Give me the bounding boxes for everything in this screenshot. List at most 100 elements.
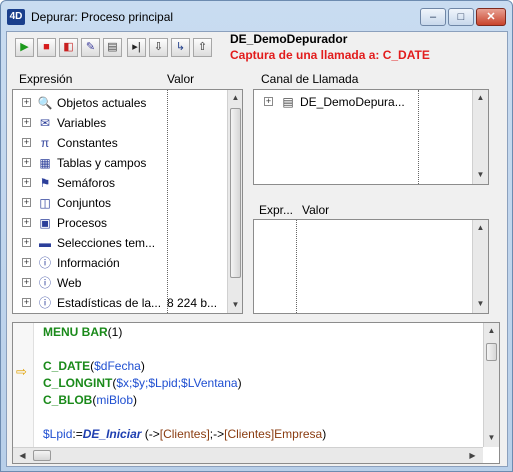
source-gutter[interactable] xyxy=(13,323,34,463)
tree-item-label: Objetos actuales xyxy=(57,96,147,110)
value-column-header[interactable]: Valor xyxy=(167,72,194,86)
info-icon: ⓘ xyxy=(38,256,51,270)
expression-tree-item[interactable]: + ▦ Tablas y campos xyxy=(13,153,242,173)
expression-tree-item[interactable]: + ◫ Conjuntos xyxy=(13,193,242,213)
expand-toggle-icon[interactable]: + xyxy=(264,97,273,106)
edit-button[interactable]: ✎ xyxy=(81,38,100,57)
expand-toggle-icon[interactable]: + xyxy=(22,298,31,307)
custom-watch-pane[interactable]: ▲ ▼ xyxy=(253,219,489,314)
scroll-right-arrow-icon[interactable]: ▶ xyxy=(465,448,480,463)
code-token: := xyxy=(72,427,83,441)
tree-item-label: Variables xyxy=(57,116,107,130)
expand-toggle-icon[interactable]: + xyxy=(22,98,31,107)
code-token: [Clientes] xyxy=(159,427,210,441)
scroll-thumb[interactable] xyxy=(230,108,241,278)
call-chain-scrollbar[interactable]: ▲ ▼ xyxy=(472,90,488,184)
program-counter-icon[interactable]: ⇨ xyxy=(16,364,27,380)
expand-toggle-icon[interactable]: + xyxy=(22,178,31,187)
abort-and-edit-button[interactable]: ◧ xyxy=(59,38,78,57)
method-icon: ▤ xyxy=(282,95,294,109)
source-line[interactable]: $Lpid:=DE_Iniciar (->[Clientes];->[Clien… xyxy=(43,427,326,441)
call-chain-item[interactable]: + ▤ DE_DemoDepura... xyxy=(254,92,484,112)
set-icon: ◫ xyxy=(39,196,51,210)
tree-item-label: Procesos xyxy=(57,216,108,230)
minimize-button[interactable]: – xyxy=(420,8,446,26)
code-token: $Lpid xyxy=(43,427,73,441)
scroll-up-arrow-icon[interactable]: ▲ xyxy=(473,220,488,236)
source-line[interactable]: C_BLOB(miBlob) xyxy=(43,393,137,407)
scroll-up-arrow-icon[interactable]: ▲ xyxy=(228,90,242,106)
scroll-up-arrow-icon[interactable]: ▲ xyxy=(484,323,499,339)
watch-value-header[interactable]: Valor xyxy=(302,203,329,217)
expression-tree-item[interactable]: + ⓘ Información xyxy=(13,253,242,273)
tree-item-label: Semáforos xyxy=(57,176,116,190)
scroll-up-arrow-icon[interactable]: ▲ xyxy=(473,90,488,106)
scroll-down-arrow-icon[interactable]: ▼ xyxy=(473,296,488,312)
debugger-client-area: ▶ ■ ◧ ✎ ▤ ▸| ⇩ ↳ ⇧ DE_DemoDepurador Captura de u… xyxy=(6,31,508,467)
code-token: ) xyxy=(237,376,242,390)
abort-button[interactable]: ■ xyxy=(37,38,56,57)
maximize-button[interactable]: □ xyxy=(448,8,474,26)
expand-toggle-icon[interactable]: + xyxy=(22,158,31,167)
title-bar[interactable]: 4D Depurar: Proceso principal – □ ✕ xyxy=(1,1,512,31)
pi-icon: π xyxy=(40,136,50,150)
expression-tree-item[interactable]: + ✉ Variables xyxy=(13,113,242,133)
scroll-down-arrow-icon[interactable]: ▼ xyxy=(473,167,488,183)
expression-scrollbar[interactable]: ▲ ▼ xyxy=(227,90,242,313)
source-line[interactable]: MENU BAR(1) xyxy=(43,325,122,339)
window-title: Depurar: Proceso principal xyxy=(31,10,174,24)
code-token: C_DATE xyxy=(43,359,91,373)
save-settings-button[interactable]: ▤ xyxy=(103,38,122,57)
expand-toggle-icon[interactable]: + xyxy=(22,138,31,147)
source-code-pane[interactable]: ⇨ MENU BAR(1) C_DATE($dFecha) C_LONGINT($x… xyxy=(12,322,500,464)
source-line[interactable]: C_LONGINT($x;$y;$Lpid;$LVentana) xyxy=(43,376,242,390)
stats-icon: ⓘ xyxy=(38,296,51,310)
expression-tree-item[interactable]: + ▬ Selecciones tem... xyxy=(13,233,242,253)
code-token: ) xyxy=(133,393,138,407)
code-token: ) xyxy=(322,427,327,441)
expand-toggle-icon[interactable]: + xyxy=(22,238,31,247)
code-token: (1) xyxy=(107,325,123,339)
magnifier-icon: 🔍 xyxy=(37,96,53,110)
source-horizontal-scrollbar[interactable]: ◀ ▶ xyxy=(13,447,483,463)
expand-toggle-icon[interactable]: + xyxy=(22,278,31,287)
code-token: C_BLOB xyxy=(43,393,93,407)
watch-scrollbar[interactable]: ▲ ▼ xyxy=(472,220,488,313)
expand-toggle-icon[interactable]: + xyxy=(22,258,31,267)
expression-tree-item[interactable]: + π Constantes xyxy=(13,133,242,153)
scroll-thumb[interactable] xyxy=(486,343,497,361)
expression-tree-item[interactable]: + 🔍 Objetos actuales xyxy=(13,93,242,113)
scroll-down-arrow-icon[interactable]: ▼ xyxy=(484,430,499,446)
code-token: (-> xyxy=(141,427,160,441)
expression-tree-item[interactable]: + ⓘ Web xyxy=(13,273,242,293)
table-icon: ▦ xyxy=(39,156,51,170)
semaphore-icon: ⚑ xyxy=(39,176,51,190)
code-token: $x;$y;$Lpid;$LVentana xyxy=(116,376,238,390)
expression-pane: + 🔍 Objetos actuales + ✉ Variables + π Constante… xyxy=(12,89,243,314)
scroll-thumb[interactable] xyxy=(33,450,51,461)
expression-column-header[interactable]: Expresión xyxy=(19,72,72,86)
debugger-window: 4D Depurar: Proceso principal – □ ✕ ▶ ■ ◧ ✎… xyxy=(0,0,513,472)
watch-expression-header[interactable]: Expr... xyxy=(259,203,293,217)
close-button[interactable]: ✕ xyxy=(476,8,506,26)
expand-toggle-icon[interactable]: + xyxy=(22,218,31,227)
expand-toggle-icon[interactable]: + xyxy=(22,198,31,207)
step-over-button[interactable]: ▸| xyxy=(127,38,146,57)
tree-item-label: Selecciones tem... xyxy=(57,236,156,250)
expand-toggle-icon[interactable]: + xyxy=(22,118,31,127)
run-button[interactable]: ▶ xyxy=(15,38,34,57)
current-source-line[interactable]: C_DATE($dFecha) xyxy=(43,359,145,373)
expression-tree-item[interactable]: + ⓘ Estadísticas de la... 8 224 b... xyxy=(13,293,242,313)
code-token: miBlob xyxy=(96,393,134,407)
call-chain-title: Canal de Llamada xyxy=(261,72,359,86)
scroll-down-arrow-icon[interactable]: ▼ xyxy=(228,297,242,313)
source-vertical-scrollbar[interactable]: ▲ ▼ xyxy=(483,323,499,447)
step-out-button[interactable]: ⇧ xyxy=(193,38,212,57)
step-into-button[interactable]: ⇩ xyxy=(149,38,168,57)
capture-message: Captura de una llamada a: C_DATE xyxy=(230,48,430,62)
scroll-left-arrow-icon[interactable]: ◀ xyxy=(15,448,30,463)
code-token: ) xyxy=(140,359,145,373)
expression-tree-item[interactable]: + ⚑ Semáforos xyxy=(13,173,242,193)
expression-tree-item[interactable]: + ▣ Procesos xyxy=(13,213,242,233)
step-into-component-button[interactable]: ↳ xyxy=(171,38,190,57)
